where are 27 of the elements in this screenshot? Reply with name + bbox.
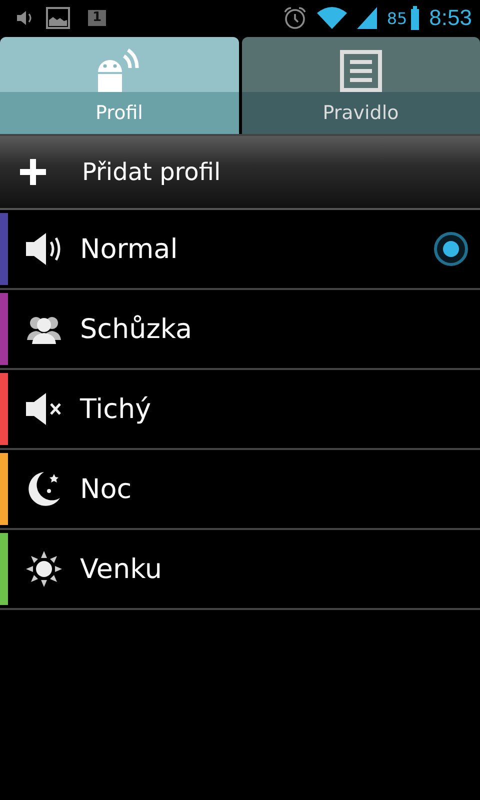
add-profile-button[interactable]: Přidat profil bbox=[0, 134, 480, 210]
profile-name: Tichý bbox=[80, 394, 152, 424]
calendar-icon: 1 bbox=[88, 10, 106, 26]
profile-name: Noc bbox=[80, 474, 132, 504]
alarm-clock-icon bbox=[282, 6, 307, 30]
profile-item[interactable]: Schůzka bbox=[0, 290, 480, 370]
profile-name: Schůzka bbox=[80, 314, 192, 344]
wifi-icon bbox=[316, 7, 347, 29]
people-icon bbox=[27, 314, 61, 344]
radio-button[interactable] bbox=[434, 232, 468, 266]
profile-name: Venku bbox=[80, 554, 162, 584]
profile-item[interactable]: Tichý bbox=[0, 370, 480, 450]
battery-icon bbox=[411, 6, 420, 30]
profile-item[interactable]: Normal bbox=[0, 210, 480, 290]
plus-icon bbox=[18, 157, 48, 187]
profile-name: Normal bbox=[80, 234, 178, 264]
tab[interactable]: Pravidlo bbox=[242, 37, 480, 134]
sun-icon bbox=[26, 551, 62, 587]
moon-stars-icon bbox=[26, 470, 62, 508]
clock-time: 8:53 bbox=[429, 5, 472, 31]
profile-item[interactable]: Noc bbox=[0, 450, 480, 530]
list-icon bbox=[340, 50, 382, 92]
profile-item[interactable]: Venku bbox=[0, 530, 480, 610]
signal-icon bbox=[356, 7, 377, 29]
battery-percent: 85 bbox=[386, 8, 408, 28]
muted-speaker-icon bbox=[24, 392, 64, 426]
picture-icon bbox=[46, 7, 70, 29]
